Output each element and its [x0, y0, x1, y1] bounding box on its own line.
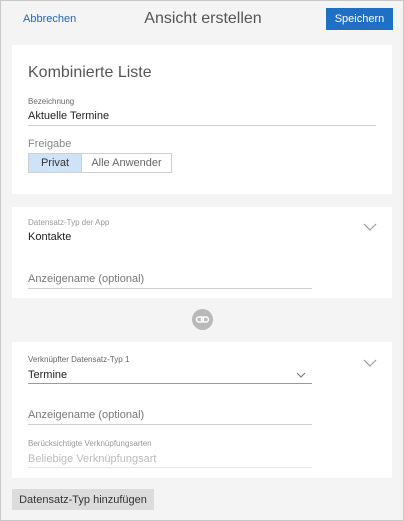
app-display-name-input[interactable]: Anzeigename (optional): [28, 273, 144, 285]
linked-record-type-select[interactable]: Termine: [28, 369, 67, 381]
share-option-private[interactable]: Privat: [29, 154, 81, 172]
dialog-frame: Abbrechen Ansicht erstellen Speichern Ko…: [0, 0, 404, 521]
link-kinds-underline: [28, 467, 312, 468]
select-chevron-down-icon[interactable]: [296, 372, 306, 378]
link-icon[interactable]: [192, 309, 213, 330]
chevron-down-icon[interactable]: [363, 223, 377, 231]
app-record-type-panel: Datensatz-Typ der App Kontakte Anzeigena…: [12, 207, 392, 298]
list-settings-panel: Kombinierte Liste Bezeichnung Aktuelle T…: [12, 45, 392, 194]
cancel-link[interactable]: Abbrechen: [23, 13, 76, 25]
linked-record-type-panel: Verknüpfter Datensatz-Typ 1 Termine Anze…: [12, 342, 392, 478]
header-bar: Abbrechen Ansicht erstellen Speichern: [1, 1, 404, 41]
share-option-all-users[interactable]: Alle Anwender: [81, 154, 171, 172]
share-segmented-control: Privat Alle Anwender: [28, 153, 172, 173]
chevron-down-icon[interactable]: [363, 359, 377, 367]
app-display-name-underline: [28, 288, 312, 289]
share-label: Freigabe: [28, 138, 72, 150]
linked-record-type-label: Verknüpfter Datensatz-Typ 1: [28, 355, 130, 364]
linked-display-name-input[interactable]: Anzeigename (optional): [28, 409, 144, 421]
linked-record-type-underline: [28, 383, 312, 384]
save-button[interactable]: Speichern: [326, 8, 393, 30]
name-input-underline: [28, 125, 376, 126]
name-label: Bezeichnung: [28, 97, 75, 106]
section-heading: Kombinierte Liste: [28, 64, 152, 81]
app-record-type-select[interactable]: Kontakte: [28, 231, 71, 243]
app-record-type-label: Datensatz-Typ der App: [28, 218, 110, 227]
link-kinds-label: Berücksichtigte Verknüpfungsarten: [28, 439, 152, 448]
linked-display-name-underline: [28, 424, 312, 425]
name-input[interactable]: Aktuelle Termine: [28, 110, 109, 122]
add-record-type-button[interactable]: Datensatz-Typ hinzufügen: [12, 489, 154, 510]
link-kinds-select[interactable]: Beliebige Verknüpfungsart: [28, 453, 156, 465]
